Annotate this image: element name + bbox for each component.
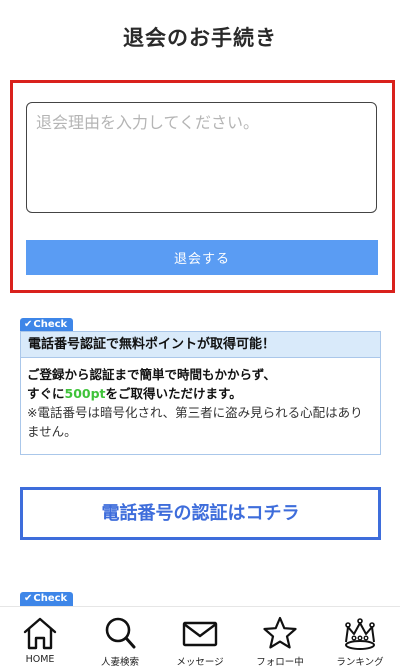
info-heading: 電話番号認証で無料ポイントが取得可能！ xyxy=(21,332,380,358)
bottom-navigation: HOME 人妻検索 メッセージ フォロー中 ランキング xyxy=(0,606,400,671)
nav-label: HOME xyxy=(25,654,55,665)
nav-search[interactable]: 人妻検索 xyxy=(80,607,160,671)
phone-verify-button[interactable]: 電話番号の認証はコチラ xyxy=(20,487,381,540)
check-icon: ✔ xyxy=(24,319,33,330)
check-icon: ✔ xyxy=(24,593,33,604)
nav-messages[interactable]: メッセージ xyxy=(160,607,240,671)
withdraw-reason-input[interactable] xyxy=(26,102,377,213)
check-tag-2: ✔Check xyxy=(20,592,74,606)
search-icon xyxy=(105,617,136,649)
info-line-2: すぐに500ptをご取得いただけます。 xyxy=(27,386,242,401)
mail-icon xyxy=(182,621,218,647)
withdraw-button[interactable]: 退会する xyxy=(26,240,378,275)
info-body: ご登録から認証まで簡単で時間もかからず、 すぐに500ptをご取得いただけます。… xyxy=(21,358,380,441)
nav-label: 人妻検索 xyxy=(100,657,139,668)
nav-label: メッセージ xyxy=(176,657,224,668)
info-line-1: ご登録から認証まで簡単で時間もかからず、 xyxy=(27,367,276,382)
check-tag: ✔Check xyxy=(20,318,74,332)
nav-label: ランキング xyxy=(336,657,384,668)
points-amount: 500pt xyxy=(64,386,106,401)
nav-following[interactable]: フォロー中 xyxy=(240,607,320,671)
home-icon xyxy=(23,617,57,650)
crown-icon xyxy=(345,618,375,650)
phone-verification-info: 電話番号認証で無料ポイントが取得可能！ ご登録から認証まで簡単で時間もかからず、… xyxy=(20,331,381,455)
nav-label: フォロー中 xyxy=(256,657,304,668)
page-title: 退会のお手続き xyxy=(123,26,277,50)
info-note: ※電話番号は暗号化され、第三者に盗み見られる心配はありません。 xyxy=(27,405,363,439)
nav-home[interactable]: HOME xyxy=(0,607,80,671)
nav-ranking[interactable]: ランキング xyxy=(320,607,400,671)
withdraw-form: 退会する xyxy=(10,80,395,293)
star-icon xyxy=(263,616,297,649)
